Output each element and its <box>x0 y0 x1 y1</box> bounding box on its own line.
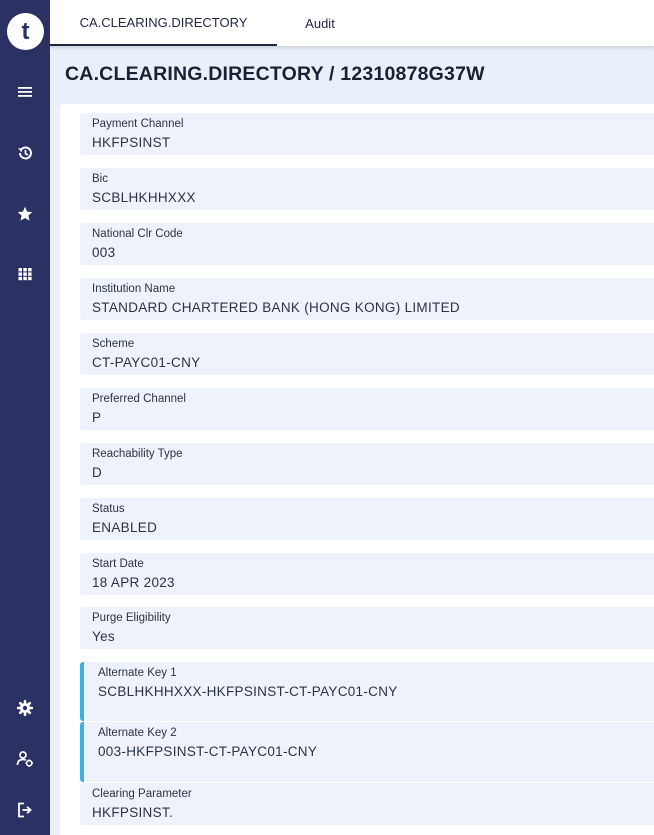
field-label: Alternate Key 1 <box>98 667 177 679</box>
grid-icon <box>18 268 32 281</box>
tab-clearing-directory[interactable]: CA.CLEARING.DIRECTORY <box>50 0 277 46</box>
field-scheme: Scheme CT-PAYC01-CNY <box>80 333 654 375</box>
history-icon <box>18 146 32 160</box>
tab-label: CA.CLEARING.DIRECTORY <box>79 14 248 30</box>
field-label: National Clr Code <box>92 228 183 240</box>
field-label: Alternate Key 2 <box>98 727 177 739</box>
sidebar-history-button[interactable] <box>0 136 50 170</box>
field-label: Preferred Channel <box>92 393 186 405</box>
field-purge-eligibility: Purge Eligibility Yes <box>80 607 654 649</box>
sidebar-menu-button[interactable] <box>0 75 50 109</box>
app-root: t CA.CLEARING.DIRECTORY Audit CA.CLEARIN… <box>0 0 654 835</box>
field-status: Status ENABLED <box>80 498 654 540</box>
field-start-date: Start Date 18 APR 2023 <box>80 553 654 595</box>
field-value: HKFPSINST. <box>92 805 174 820</box>
field-preferred-channel: Preferred Channel P <box>80 388 654 430</box>
user-settings-icon <box>16 751 33 767</box>
field-alternate-key-2: Alternate Key 2 003-HKFPSINST-CT-PAYC01-… <box>80 722 654 782</box>
sidebar-favorites-button[interactable] <box>0 197 50 231</box>
logo-icon: t <box>22 18 30 45</box>
record-card: Payment Channel HKFPSINST Bic SCBLHKHHXX… <box>60 104 654 835</box>
field-label: Purge Eligibility <box>92 612 171 624</box>
logout-icon <box>18 802 32 818</box>
app-logo[interactable]: t <box>7 13 44 50</box>
sidebar-user-settings-button[interactable] <box>0 742 50 776</box>
sidebar: t <box>0 0 50 835</box>
field-bic: Bic SCBLHKHHXXX <box>80 168 654 210</box>
field-value: Yes <box>92 629 115 644</box>
gear-icon <box>16 699 34 717</box>
field-value: SCBLHKHHXXX <box>92 190 196 205</box>
tab-label: Audit <box>305 15 335 31</box>
field-label: Bic <box>92 173 108 185</box>
field-clearing-parameter: Clearing Parameter HKFPSINST. <box>80 783 654 825</box>
tab-audit[interactable]: Audit <box>277 0 363 46</box>
field-value: P <box>92 410 102 425</box>
field-label: Payment Channel <box>92 118 184 130</box>
svg-text:t: t <box>22 18 30 45</box>
field-value: CT-PAYC01-CNY <box>92 355 201 370</box>
field-label: Reachability Type <box>92 448 183 460</box>
sidebar-settings-button[interactable] <box>0 691 50 725</box>
tab-bar: CA.CLEARING.DIRECTORY Audit <box>50 0 654 46</box>
sidebar-logout-button[interactable] <box>0 793 50 827</box>
menu-icon <box>18 87 32 97</box>
field-payment-channel: Payment Channel HKFPSINST <box>80 113 654 155</box>
field-reachability-type: Reachability Type D <box>80 443 654 485</box>
field-value: SCBLHKHHXXX-HKFPSINST-CT-PAYC01-CNY <box>98 684 398 699</box>
field-value: D <box>92 465 103 480</box>
sidebar-apps-button[interactable] <box>0 257 50 291</box>
field-alternate-key-1: Alternate Key 1 SCBLHKHHXXX-HKFPSINST-CT… <box>80 662 654 721</box>
field-institution-name: Institution Name STANDARD CHARTERED BANK… <box>80 278 654 320</box>
field-value: 18 APR 2023 <box>92 575 175 590</box>
field-label: Start Date <box>92 558 144 570</box>
field-label: Status <box>92 503 125 515</box>
main-content: CA.CLEARING.DIRECTORY / 12310878G37W Pay… <box>50 46 654 835</box>
field-value: STANDARD CHARTERED BANK (HONG KONG) LIMI… <box>92 300 460 315</box>
field-value: ENABLED <box>92 520 158 535</box>
field-national-clr-code: National Clr Code 003 <box>80 223 654 265</box>
field-value: 003-HKFPSINST-CT-PAYC01-CNY <box>98 744 318 759</box>
star-icon <box>17 206 33 221</box>
field-value: 003 <box>92 245 116 260</box>
page-title: CA.CLEARING.DIRECTORY / 12310878G37W <box>65 63 485 85</box>
field-value: HKFPSINST <box>92 135 171 150</box>
field-label: Scheme <box>92 338 135 350</box>
field-label: Institution Name <box>92 283 176 295</box>
field-label: Clearing Parameter <box>92 788 192 800</box>
